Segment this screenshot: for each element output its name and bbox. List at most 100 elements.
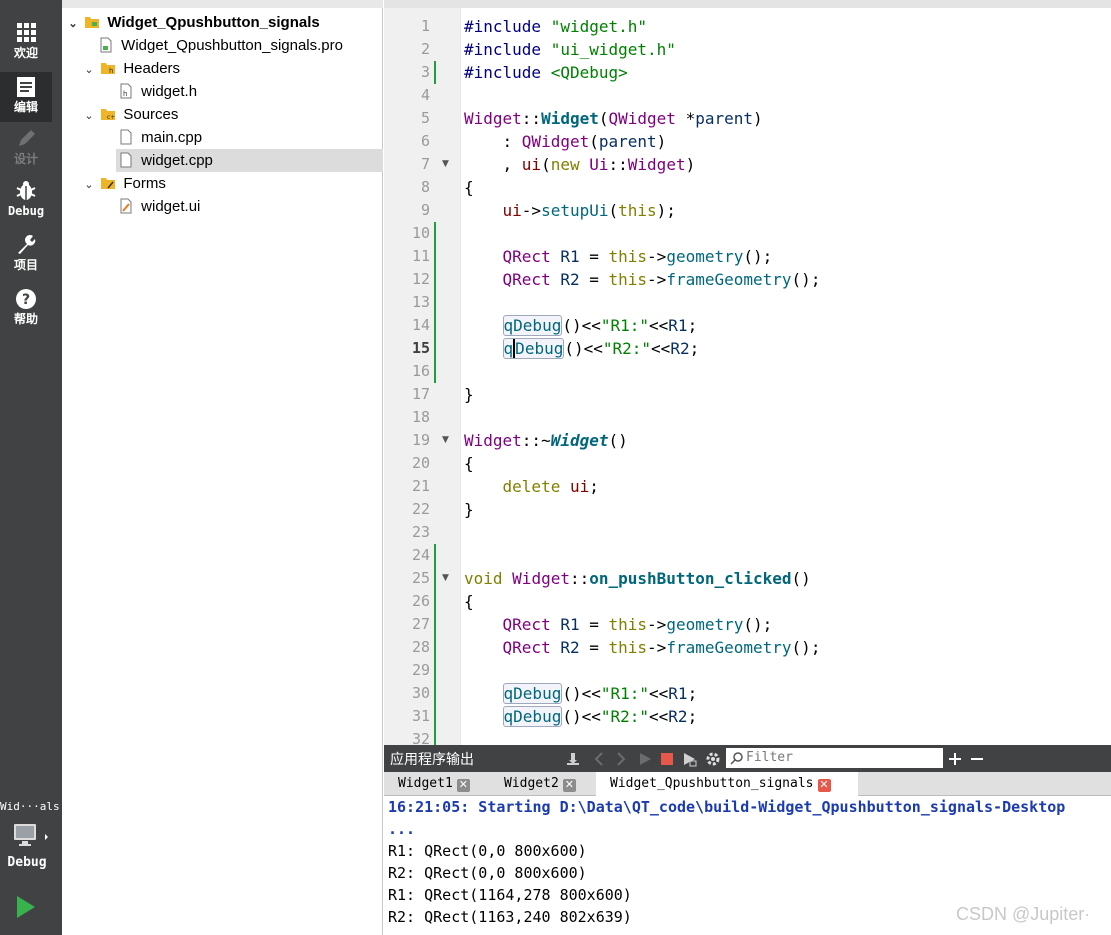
line-number: 9 [420, 201, 430, 219]
line-number: 12 [411, 270, 430, 288]
mode-edit-label: 编辑 [13, 100, 38, 114]
mode-welcome[interactable]: 欢迎 [0, 20, 52, 60]
watermark: CSDN @Jupiter· [956, 904, 1091, 924]
mode-debug-label: Debug [7, 204, 45, 218]
chevron-down-icon[interactable]: ⌄ [66, 13, 80, 36]
code-line: { [464, 178, 474, 197]
line-number: 16 [411, 362, 430, 380]
fold-toggle-icon[interactable]: ▼ [442, 429, 449, 452]
change-marker [434, 222, 436, 383]
code-line: QRect R1 = this->geometry(); [502, 247, 773, 266]
fold-margin [460, 8, 461, 745]
folder-icon: h [101, 63, 116, 75]
tree-file-widget-h-label: widget.h [141, 83, 198, 100]
line-number: 30 [411, 684, 430, 702]
close-icon[interactable]: ✕ [562, 779, 576, 792]
chevron-down-icon[interactable]: ⌄ [82, 59, 96, 82]
line-number: 5 [420, 109, 430, 127]
tree-pro-file[interactable]: Widget_Qpushbutton_signals.pro [98, 34, 343, 57]
change-marker [434, 61, 436, 84]
tree-file-widget-cpp[interactable]: widget.cpp [118, 149, 213, 172]
output-toolbar: 应用程序输出 Filter [384, 745, 1111, 772]
target-selector[interactable]: Debug [0, 822, 62, 870]
tab-widget2-label: Widget2 [504, 776, 559, 791]
code-line: } [464, 500, 474, 519]
output-pane-title: 应用程序输出 [390, 752, 474, 768]
code-line: Widget::Widget(QWidget *parent) [464, 109, 763, 128]
line-number: 7 [420, 155, 430, 173]
attach-debugger-icon[interactable] [680, 750, 698, 768]
tree-header [62, 0, 383, 8]
close-icon[interactable]: ✕ [817, 779, 831, 792]
source-file-icon [120, 152, 132, 168]
mode-debug[interactable]: Debug [0, 178, 52, 218]
run-icon[interactable] [14, 894, 38, 920]
code-line: #include <QDebug> [464, 63, 628, 82]
line-number: 25 [411, 569, 430, 587]
svg-text:?: ? [22, 292, 30, 308]
attach-icon[interactable] [564, 750, 582, 768]
bug-icon [16, 181, 36, 200]
tree-file-widget-h[interactable]: h widget.h [118, 80, 197, 103]
svg-text:h: h [123, 90, 127, 98]
search-icon [730, 752, 743, 765]
tree-headers-node[interactable]: ⌄ h Headers [82, 57, 180, 80]
pencil-icon [19, 130, 35, 146]
plus-icon[interactable] [946, 750, 964, 768]
line-number: 26 [411, 592, 430, 610]
mode-help[interactable]: ? 帮助 [0, 286, 52, 326]
tree-file-main-cpp[interactable]: main.cpp [118, 126, 202, 149]
mode-edit[interactable]: 编辑 [0, 72, 52, 122]
tree-forms-node[interactable]: ⌄ Forms [82, 172, 165, 197]
stop-icon[interactable] [658, 750, 676, 768]
document-icon [17, 77, 35, 97]
code-line: #include "ui_widget.h" [464, 40, 676, 59]
folder-icon [101, 178, 116, 189]
fold-toggle-icon[interactable]: ▼ [442, 153, 449, 176]
chevron-down-icon[interactable]: ⌄ [82, 105, 96, 128]
tab-widget1[interactable]: Widget1 ✕ [384, 772, 488, 796]
mode-sidebar: 欢迎 编辑 设计 Debug 项目 ? 帮助 Wid···als Debug [0, 0, 62, 935]
tree-sources-node[interactable]: ⌄ c+ Sources [82, 103, 178, 126]
mode-project[interactable]: 项目 [0, 232, 52, 272]
tab-widget-qpushbutton-signals[interactable]: Widget_Qpushbutton_signals ✕ [596, 772, 858, 796]
line-number: 14 [411, 316, 430, 334]
grid-icon [17, 23, 36, 42]
code-line: #include "widget.h" [464, 17, 648, 36]
line-number: 31 [411, 707, 430, 725]
mode-design-label: 设计 [13, 152, 38, 166]
output-line: R1: QRect(1164,278 800x600) [388, 886, 632, 904]
output-line: R2: QRect(0,0 800x600) [388, 864, 587, 882]
run-icon[interactable] [636, 750, 654, 768]
output-line: R2: QRect(1163,240 802x639) [388, 908, 632, 926]
pro-file-icon [100, 37, 112, 53]
chevron-right-icon[interactable] [612, 750, 630, 768]
filter-input[interactable]: Filter [726, 748, 943, 768]
code-editor[interactable]: 1 2 3 4 5 6 7 8 9 10 11 12 13 14 15 16 1… [384, 0, 1111, 745]
fold-toggle-icon[interactable]: ▼ [442, 567, 449, 590]
tree-project-node[interactable]: ⌄ Widget_Qpushbutton_signals [66, 11, 319, 36]
filter-placeholder: Filter [746, 750, 793, 765]
code-line: delete ui; [502, 477, 599, 496]
chevron-down-icon[interactable]: ⌄ [82, 174, 96, 197]
line-number: 27 [411, 615, 430, 633]
close-icon[interactable]: ✕ [456, 779, 470, 792]
change-marker [434, 544, 436, 745]
help-icon: ? [16, 289, 36, 309]
code-line: : QWidget(parent) [464, 132, 667, 151]
tree-file-widget-ui-label: widget.ui [141, 198, 201, 215]
code-line: qDebug()<<"R1:"<<R1; [502, 315, 698, 336]
chevron-left-icon[interactable] [590, 750, 608, 768]
tree-file-main-cpp-label: main.cpp [141, 129, 203, 146]
code-line: ui->setupUi(this); [502, 201, 676, 220]
line-number: 3 [420, 63, 430, 81]
tree-file-widget-ui[interactable]: widget.ui [118, 195, 200, 218]
svg-text:h: h [109, 67, 113, 75]
tab-widget2[interactable]: Widget2 ✕ [490, 772, 594, 796]
line-number: 11 [411, 247, 430, 265]
minus-icon[interactable] [968, 750, 986, 768]
folder-icon: c+ [101, 109, 116, 121]
editor-toolbar [384, 0, 1111, 8]
mode-design[interactable]: 设计 [0, 126, 52, 166]
gear-icon[interactable] [704, 750, 722, 768]
